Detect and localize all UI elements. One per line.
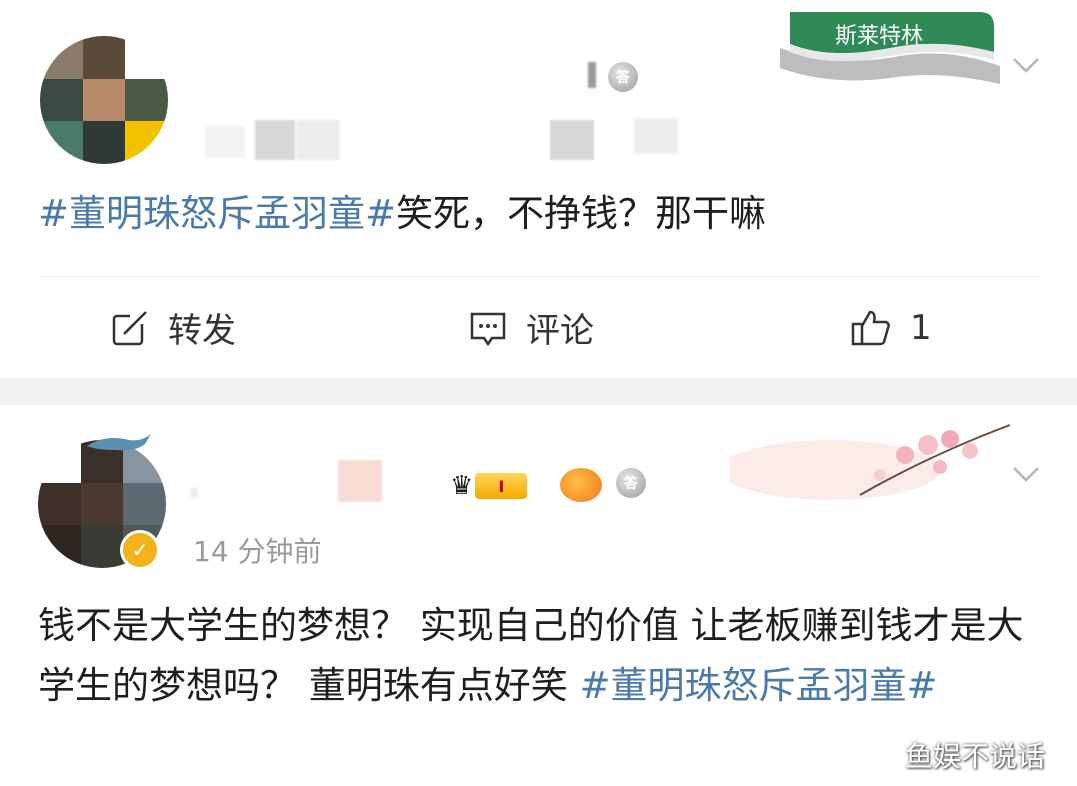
crown-icon: ♛ [450, 471, 474, 501]
avatar-tile [80, 482, 124, 526]
avatar-tile [123, 482, 166, 526]
hashtag-link[interactable]: #董明珠怒斥孟羽童# [38, 192, 396, 235]
divider [40, 276, 1040, 277]
thumbs-up-icon [851, 310, 890, 345]
whale-decoration-icon [87, 434, 151, 451]
avatar-tile [125, 121, 168, 164]
avatar-tile [80, 525, 124, 568]
post-card: 答 斯莱特林 #董明珠怒斥孟羽童#笑死，不挣钱？那干嘛 转发 评论 1 [0, 0, 1077, 378]
avatar-tile [82, 78, 126, 122]
avatar-tile [125, 36, 168, 79]
like-count: 1 [910, 307, 932, 348]
avatar-tile [40, 36, 83, 79]
post-text: 笑死，不挣钱？那干嘛 [396, 192, 767, 235]
avatar-tile [82, 121, 126, 164]
crown-badge[interactable]: ♛ I [450, 466, 550, 506]
comment-button[interactable]: 评论 [468, 290, 594, 365]
medal-icon: 答 [608, 62, 638, 92]
username-blur[interactable] [338, 460, 382, 502]
chevron-down-icon[interactable] [1012, 465, 1040, 483]
post-content: 钱不是大学生的梦想？ 实现自己的价值 让老板赚到钱才是大学生的梦想吗？ 董明珠有… [38, 596, 1028, 716]
medal-icon: 答 [616, 468, 646, 498]
username-blur [205, 126, 245, 158]
level-badge: I [475, 473, 528, 499]
username-blur [634, 118, 678, 154]
avatar[interactable] [40, 36, 168, 164]
avatar-tile [82, 36, 126, 79]
action-bar: 转发 评论 1 [0, 290, 1077, 365]
username-blur[interactable] [550, 120, 594, 160]
feed-separator [0, 378, 1077, 405]
username-blur[interactable] [296, 120, 340, 160]
repost-button[interactable]: 转发 [110, 290, 236, 365]
banner-text: 斯莱特林 [835, 24, 924, 49]
username-blur [190, 488, 198, 498]
comment-label: 评论 [526, 311, 594, 351]
fish-badge-icon[interactable] [560, 468, 602, 502]
username-blur[interactable] [255, 120, 295, 160]
avatar-tile [40, 78, 83, 122]
like-button[interactable]: 1 [850, 290, 932, 365]
avatar-tile [40, 121, 83, 164]
post-content: #董明珠怒斥孟羽童#笑死，不挣钱？那干嘛 [38, 184, 1038, 244]
repost-label: 转发 [168, 311, 236, 351]
avatar-tile [125, 78, 168, 122]
avatar-tile [38, 482, 81, 526]
hashtag-link[interactable]: #董明珠怒斥孟羽童# [580, 664, 938, 707]
repost-icon [112, 309, 148, 345]
post-timestamp: 14 分钟前 [193, 535, 322, 568]
cherry-blossom-decoration [730, 424, 1011, 500]
chevron-down-icon[interactable] [1012, 56, 1040, 74]
watermark: 鱼娱不说话 [905, 740, 1046, 773]
comment-icon [470, 312, 506, 346]
username-blur [588, 62, 596, 88]
verified-badge-icon: ✓ [120, 530, 160, 570]
